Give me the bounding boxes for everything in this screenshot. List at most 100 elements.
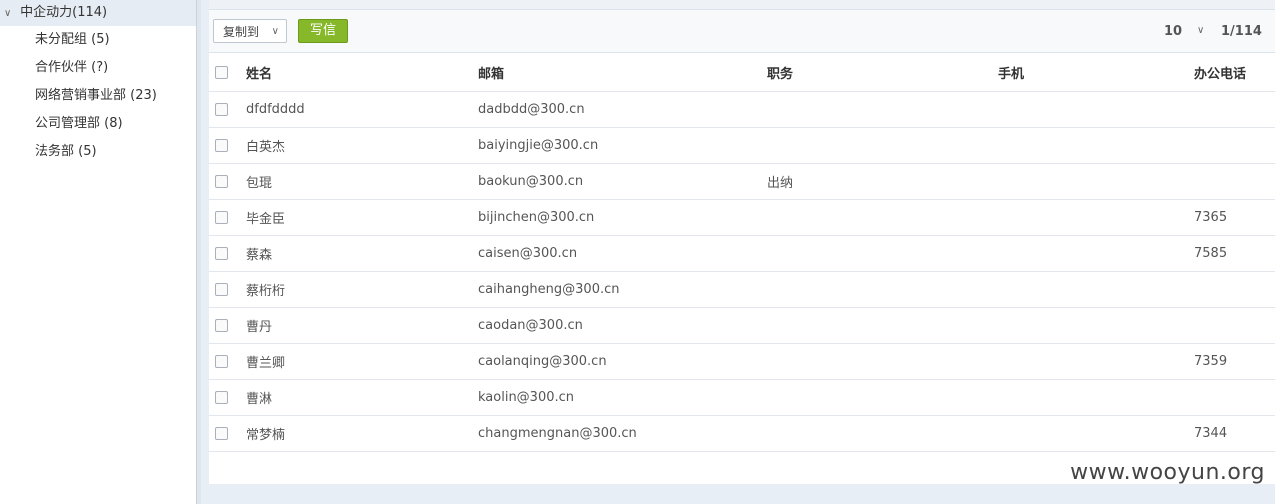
row-checkbox[interactable] — [215, 391, 228, 404]
cell-email[interactable]: dadbdd@300.cn — [478, 91, 767, 128]
department-list: 未分配组 (5) 合作伙伴 (?) 网络营销事业部 (23) 公司管理部 (8)… — [0, 26, 196, 166]
table-row[interactable]: 毕金臣 bijinchen@300.cn 7365 — [209, 199, 1275, 236]
cell-office-phone: 7344 — [1194, 415, 1275, 452]
cell-position — [767, 307, 998, 344]
column-header-position[interactable]: 职务 — [767, 53, 998, 92]
department-item[interactable]: 未分配组 (5) — [0, 26, 196, 54]
department-item[interactable]: 网络营销事业部 (23) — [0, 82, 196, 110]
department-label: 法务部 (5) — [35, 144, 97, 159]
page-indicator: 1/114 — [1221, 24, 1262, 39]
cell-email[interactable]: baokun@300.cn — [478, 163, 767, 200]
cell-office-phone — [1194, 271, 1275, 308]
cell-name: 白英杰 — [246, 127, 478, 164]
cell-office-phone: 7585 — [1194, 235, 1275, 272]
cell-office-phone: 7365 — [1194, 199, 1275, 236]
cell-position — [767, 199, 998, 236]
cell-mobile — [998, 415, 1194, 452]
cell-mobile — [998, 91, 1194, 128]
row-checkbox[interactable] — [215, 103, 228, 116]
toolbar: 复制到 ∨ 写信 10 ∨ 1/114 — [209, 0, 1275, 53]
cell-name: 曹兰卿 — [246, 343, 478, 380]
footer-band — [209, 484, 1275, 504]
cell-position — [767, 343, 998, 380]
cell-position: 出纳 — [767, 163, 998, 200]
cell-email[interactable]: caihangheng@300.cn — [478, 271, 767, 308]
panel-splitter[interactable] — [197, 0, 201, 504]
cell-position — [767, 379, 998, 416]
table-row[interactable]: 曹丹 caodan@300.cn — [209, 307, 1275, 344]
department-item[interactable]: 合作伙伴 (?) — [0, 54, 196, 82]
cell-position — [767, 415, 998, 452]
row-checkbox[interactable] — [215, 355, 228, 368]
table-row[interactable]: 包琨 baokun@300.cn 出纳 — [209, 163, 1275, 200]
cell-office-phone: 7359 — [1194, 343, 1275, 380]
cell-email[interactable]: caodan@300.cn — [478, 307, 767, 344]
cell-mobile — [998, 235, 1194, 272]
column-header-name[interactable]: 姓名 — [246, 53, 478, 92]
department-sidebar: ∨ 中企动力(114) 未分配组 (5) 合作伙伴 (?) 网络营销事业部 (2… — [0, 0, 197, 504]
cell-email[interactable]: baiyingjie@300.cn — [478, 127, 767, 164]
cell-email[interactable]: bijinchen@300.cn — [478, 199, 767, 236]
table-row[interactable]: 白英杰 baiyingjie@300.cn — [209, 127, 1275, 164]
table-row[interactable]: 蔡森 caisen@300.cn 7585 — [209, 235, 1275, 272]
copy-to-button[interactable]: 复制到 ∨ — [213, 19, 287, 43]
table-row[interactable]: 曹淋 kaolin@300.cn — [209, 379, 1275, 416]
column-header-mobile[interactable]: 手机 — [998, 53, 1194, 92]
cell-email[interactable]: changmengnan@300.cn — [478, 415, 767, 452]
contact-list-panel: 复制到 ∨ 写信 10 ∨ 1/114 姓名 邮箱 职务 手机 办公电话 dfd… — [209, 0, 1275, 484]
cell-email[interactable]: caisen@300.cn — [478, 235, 767, 272]
department-item[interactable]: 公司管理部 (8) — [0, 110, 196, 138]
chevron-down-icon[interactable]: ∨ — [1197, 25, 1204, 36]
cell-name: 蔡桁桁 — [246, 271, 478, 308]
cell-mobile — [998, 307, 1194, 344]
chevron-down-icon: ∨ — [271, 26, 279, 37]
cell-name: 常梦楠 — [246, 415, 478, 452]
cell-mobile — [998, 127, 1194, 164]
row-checkbox[interactable] — [215, 175, 228, 188]
cell-name: dfdfdddd — [246, 91, 478, 128]
tree-root-company[interactable]: ∨ 中企动力(114) — [0, 0, 196, 26]
page-size-select[interactable]: 10 — [1164, 24, 1182, 39]
department-label: 公司管理部 (8) — [35, 116, 123, 131]
column-header-email[interactable]: 邮箱 — [478, 53, 767, 92]
row-checkbox[interactable] — [215, 247, 228, 260]
department-label: 合作伙伴 (?) — [35, 60, 109, 75]
row-checkbox[interactable] — [215, 283, 228, 296]
cell-mobile — [998, 163, 1194, 200]
cell-mobile — [998, 343, 1194, 380]
table-header-row: 姓名 邮箱 职务 手机 办公电话 — [209, 53, 1275, 92]
cell-mobile — [998, 379, 1194, 416]
cell-position — [767, 127, 998, 164]
column-header-office-phone[interactable]: 办公电话 — [1194, 53, 1275, 92]
toolbar-top-strip — [209, 0, 1275, 10]
table-row[interactable]: 蔡桁桁 caihangheng@300.cn — [209, 271, 1275, 308]
cell-position — [767, 235, 998, 272]
copy-to-label: 复制到 — [223, 25, 260, 39]
table-row[interactable]: 曹兰卿 caolanqing@300.cn 7359 — [209, 343, 1275, 380]
cell-office-phone — [1194, 91, 1275, 128]
contact-table: 姓名 邮箱 职务 手机 办公电话 dfdfdddd dadbdd@300.cn … — [209, 53, 1275, 452]
table-row[interactable]: dfdfdddd dadbdd@300.cn — [209, 91, 1275, 128]
cell-email[interactable]: caolanqing@300.cn — [478, 343, 767, 380]
watermark-text: www.wooyun.org — [1070, 460, 1265, 485]
cell-mobile — [998, 199, 1194, 236]
cell-name: 包琨 — [246, 163, 478, 200]
select-all-checkbox[interactable] — [215, 65, 228, 79]
table-row[interactable]: 常梦楠 changmengnan@300.cn 7344 — [209, 415, 1275, 452]
cell-position — [767, 91, 998, 128]
row-checkbox[interactable] — [215, 319, 228, 332]
cell-email[interactable]: kaolin@300.cn — [478, 379, 767, 416]
tree-root-label: 中企动力(114) — [20, 5, 108, 20]
write-mail-button[interactable]: 写信 — [298, 19, 348, 43]
chevron-down-icon[interactable]: ∨ — [4, 1, 16, 27]
cell-name: 曹丹 — [246, 307, 478, 344]
department-label: 网络营销事业部 (23) — [35, 88, 157, 103]
department-item[interactable]: 法务部 (5) — [0, 138, 196, 166]
department-label: 未分配组 (5) — [35, 32, 110, 47]
cell-name: 曹淋 — [246, 379, 478, 416]
row-checkbox[interactable] — [215, 139, 228, 152]
cell-name: 蔡森 — [246, 235, 478, 272]
row-checkbox[interactable] — [215, 211, 228, 224]
row-checkbox[interactable] — [215, 427, 228, 440]
cell-position — [767, 271, 998, 308]
